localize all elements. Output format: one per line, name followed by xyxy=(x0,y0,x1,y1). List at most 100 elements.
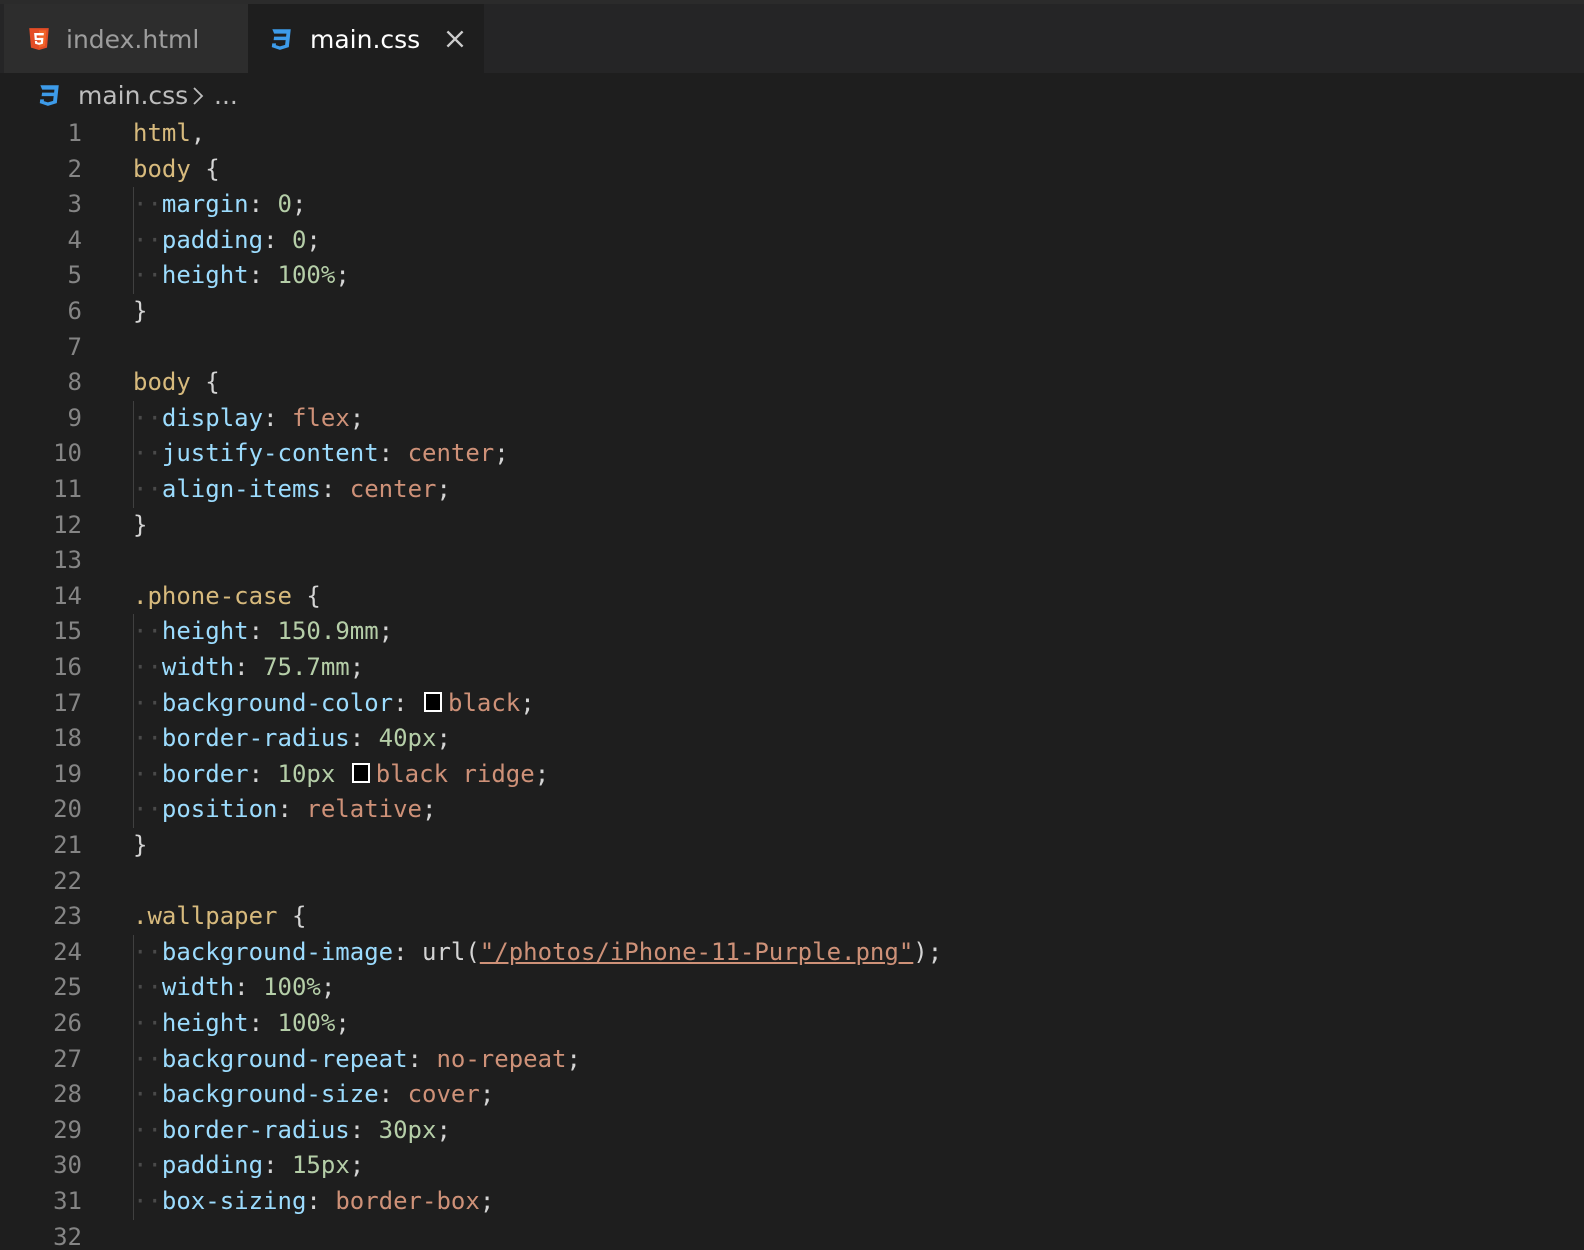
code-text: .phone-case { xyxy=(133,579,321,615)
code-text: ··position: relative; xyxy=(133,792,436,828)
code-line[interactable]: 9 ··display: flex; xyxy=(0,400,1584,437)
code-token: align-items xyxy=(161,475,321,503)
code-token: : xyxy=(349,1115,379,1144)
code-token: black ridge xyxy=(375,759,535,788)
code-token: { xyxy=(190,368,220,397)
whitespace-marker: ·· xyxy=(133,973,162,1002)
line-number: 3 xyxy=(67,190,82,219)
code-line[interactable]: 1 html, xyxy=(0,116,1584,152)
code-line[interactable]: 27 ··background-repeat: no-repeat; xyxy=(0,1041,1584,1078)
line-number: 16 xyxy=(53,653,82,681)
breadcrumb-symbols[interactable]: ... xyxy=(214,80,238,112)
code-token: border-box xyxy=(335,1187,480,1215)
code-line[interactable]: 11 ··align-items: center; xyxy=(0,472,1584,508)
code-line[interactable]: 6} xyxy=(0,294,1584,330)
close-tab-icon[interactable] xyxy=(442,26,468,52)
code-text: ··border: 10px black ridge; xyxy=(133,757,549,793)
code-token: body xyxy=(133,368,191,397)
whitespace-marker: ·· xyxy=(133,653,162,681)
code-token: "/photos/iPhone-11-Purple.png" xyxy=(479,937,914,966)
code-line[interactable]: 22 xyxy=(0,864,1584,900)
whitespace-marker: ·· xyxy=(133,439,162,468)
line-number: 25 xyxy=(53,973,82,1002)
code-line[interactable]: 10 ··justify-content: center; xyxy=(0,436,1584,472)
code-line[interactable]: 16 ··width: 75.7mm; xyxy=(0,650,1584,686)
code-line[interactable]: 5 ··height: 100%; xyxy=(0,258,1584,294)
code-token: ; xyxy=(349,1151,365,1180)
code-line[interactable]: 4 ··padding: 0; xyxy=(0,222,1584,259)
code-text: ··align-items: center; xyxy=(133,472,451,508)
code-token: width xyxy=(161,973,235,1002)
code-text: ··padding: 15px; xyxy=(133,1148,364,1184)
code-token: : xyxy=(263,225,292,254)
code-token: black xyxy=(448,688,521,717)
whitespace-marker: ·· xyxy=(133,1044,162,1073)
code-token: } xyxy=(133,297,148,325)
code-editor[interactable]: 1 html, 2 body {3 ··margin: 0; 4 ··padding: 0;… xyxy=(0,116,1584,1250)
code-token: : xyxy=(234,653,264,681)
code-line[interactable]: 12} xyxy=(0,508,1584,544)
code-token: : xyxy=(378,1080,408,1109)
line-number: 11 xyxy=(53,475,82,503)
code-line[interactable]: 8 body { xyxy=(0,365,1584,401)
code-line[interactable]: 21} xyxy=(0,828,1584,864)
code-text: ··height: 150.9mm; xyxy=(133,614,393,650)
code-line[interactable]: 29 ··border-radius: 30px; xyxy=(0,1112,1584,1149)
color-swatch[interactable] xyxy=(424,691,442,712)
code-text: ··border-radius: 30px; xyxy=(133,1113,451,1149)
code-token: background-repeat xyxy=(161,1044,408,1073)
code-token: ; xyxy=(306,225,321,254)
code-token: flex xyxy=(291,403,350,432)
breadcrumb-file[interactable]: main.css xyxy=(78,80,188,112)
line-number: 27 xyxy=(53,1044,82,1073)
whitespace-marker: ·· xyxy=(133,724,162,753)
code-text: } xyxy=(133,828,147,864)
code-line[interactable]: 20 ··position: relative; xyxy=(0,792,1584,828)
line-number: 20 xyxy=(53,795,82,824)
code-token: : xyxy=(349,724,379,753)
code-token: background-color xyxy=(161,688,394,717)
code-line[interactable]: 3 ··margin: 0; xyxy=(0,187,1584,223)
whitespace-marker: ·· xyxy=(133,225,162,254)
tab-main-css[interactable]: main.css xyxy=(248,4,484,73)
tab-index-html[interactable]: index.html xyxy=(4,4,248,73)
code-token: .phone-case xyxy=(133,581,292,610)
whitespace-marker: ·· xyxy=(133,1151,162,1180)
code-line[interactable]: 18 ··border-radius: 40px; xyxy=(0,721,1584,757)
code-token: : xyxy=(306,1187,336,1215)
tab-label: main.css xyxy=(310,25,421,54)
code-token: : xyxy=(320,475,350,503)
code-line[interactable]: 30 ··padding: 15px; xyxy=(0,1148,1584,1184)
code-token: : xyxy=(393,937,422,966)
code-token: center xyxy=(407,439,495,468)
code-token: : xyxy=(248,190,278,219)
code-token: .wallpaper xyxy=(133,902,278,931)
line-number: 21 xyxy=(53,831,82,859)
code-line[interactable]: 7 xyxy=(0,330,1584,366)
code-token: ; xyxy=(566,1044,581,1073)
code-text: html, xyxy=(133,116,205,152)
code-line[interactable]: 23 .wallpaper { xyxy=(0,899,1584,935)
code-line[interactable]: 14 .phone-case { xyxy=(0,579,1584,615)
code-line[interactable]: 31 ··box-sizing: border-box; xyxy=(0,1184,1584,1220)
whitespace-marker: ·· xyxy=(133,475,162,503)
code-line[interactable]: 24 ··background-image: url("/photos/iPhon… xyxy=(0,934,1584,971)
code-line[interactable]: 32 xyxy=(0,1220,1584,1250)
code-line[interactable]: 25 ··width: 100%; xyxy=(0,970,1584,1006)
code-text: ··width: 75.7mm; xyxy=(133,650,364,686)
code-token: 15px xyxy=(291,1151,350,1180)
code-line[interactable]: 28 ··background-size: cover; xyxy=(0,1077,1584,1113)
color-swatch[interactable] xyxy=(351,762,370,783)
code-text: body { xyxy=(133,365,220,401)
code-token: ; xyxy=(349,403,365,432)
code-token: : xyxy=(263,403,292,432)
code-line[interactable]: 19 ··border: 10px black ridge; xyxy=(0,756,1584,793)
code-token: border-radius xyxy=(161,1115,350,1144)
line-number: 19 xyxy=(53,759,82,788)
code-line[interactable]: 17 ··background-color: black; xyxy=(0,685,1584,722)
code-line[interactable]: 2 body { xyxy=(0,152,1584,188)
code-line[interactable]: 13 xyxy=(0,543,1584,579)
code-token: : xyxy=(393,688,422,717)
code-line[interactable]: 26 ··height: 100%; xyxy=(0,1006,1584,1042)
code-line[interactable]: 15 ··height: 150.9mm; xyxy=(0,614,1584,650)
